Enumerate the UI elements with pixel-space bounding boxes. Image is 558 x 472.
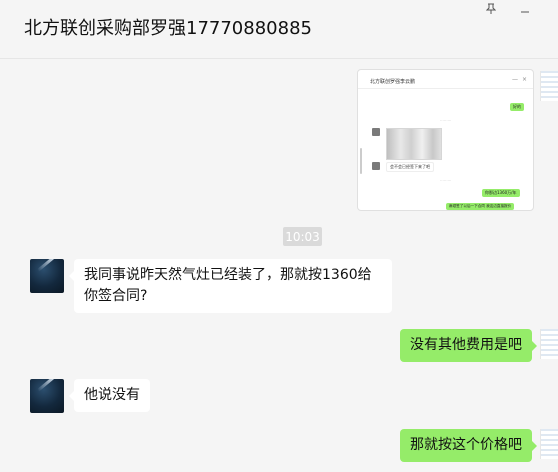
screenshot-time: ········· bbox=[440, 178, 452, 183]
pin-icon[interactable] bbox=[482, 2, 500, 16]
chat-area[interactable]: 北方联创罗强李云鹏 — × 好的 ········· 会不会已经签下来了吧 ··… bbox=[0, 59, 558, 472]
screenshot-close-icon: × bbox=[522, 76, 528, 83]
title-bar: 北方联创采购部罗强17770880885 bbox=[0, 0, 558, 59]
screenshot-time: ········· bbox=[440, 118, 452, 123]
incoming-message[interactable]: 我同事说昨天然气灶已经装了，那就按1360给你签合同? bbox=[69, 259, 392, 313]
minimize-icon[interactable] bbox=[516, 2, 534, 16]
screenshot-avatar bbox=[372, 128, 380, 136]
screenshot-msg: 你那边1360万/年 bbox=[482, 189, 520, 197]
self-avatar[interactable] bbox=[540, 329, 558, 359]
screenshot-msg: 好的 bbox=[510, 103, 524, 111]
screenshot-msg: 麻烦签了以后一下合同 我这边直接报价 bbox=[446, 203, 515, 210]
self-avatar[interactable] bbox=[540, 71, 558, 101]
screenshot-msg: 会不会已经签下来了吧 bbox=[386, 162, 434, 172]
outgoing-message[interactable]: 没有其他费用是吧 bbox=[400, 329, 537, 362]
outgoing-message[interactable]: 那就按这个价格吧 bbox=[400, 429, 537, 462]
timestamp-badge: 10:03 bbox=[283, 227, 322, 246]
screenshot-avatar bbox=[372, 162, 380, 170]
incoming-message[interactable]: 他说没有 bbox=[69, 379, 150, 412]
contact-avatar[interactable] bbox=[30, 379, 64, 413]
self-avatar[interactable] bbox=[540, 429, 558, 459]
avatar-image bbox=[37, 259, 56, 272]
chat-title: 北方联创采购部罗强17770880885 bbox=[24, 18, 312, 39]
screenshot-chat-title: 北方联创罗强李云鹏 bbox=[370, 79, 416, 85]
screenshot-photo bbox=[386, 128, 442, 160]
screenshot-scrollbar bbox=[360, 148, 362, 174]
screenshot-minimize-icon: — bbox=[512, 76, 518, 83]
screenshot-divider bbox=[358, 88, 533, 89]
avatar-image bbox=[37, 379, 56, 392]
screenshot-image-bubble[interactable]: 北方联创罗强李云鹏 — × 好的 ········· 会不会已经签下来了吧 ··… bbox=[357, 69, 534, 211]
contact-avatar[interactable] bbox=[30, 259, 64, 293]
